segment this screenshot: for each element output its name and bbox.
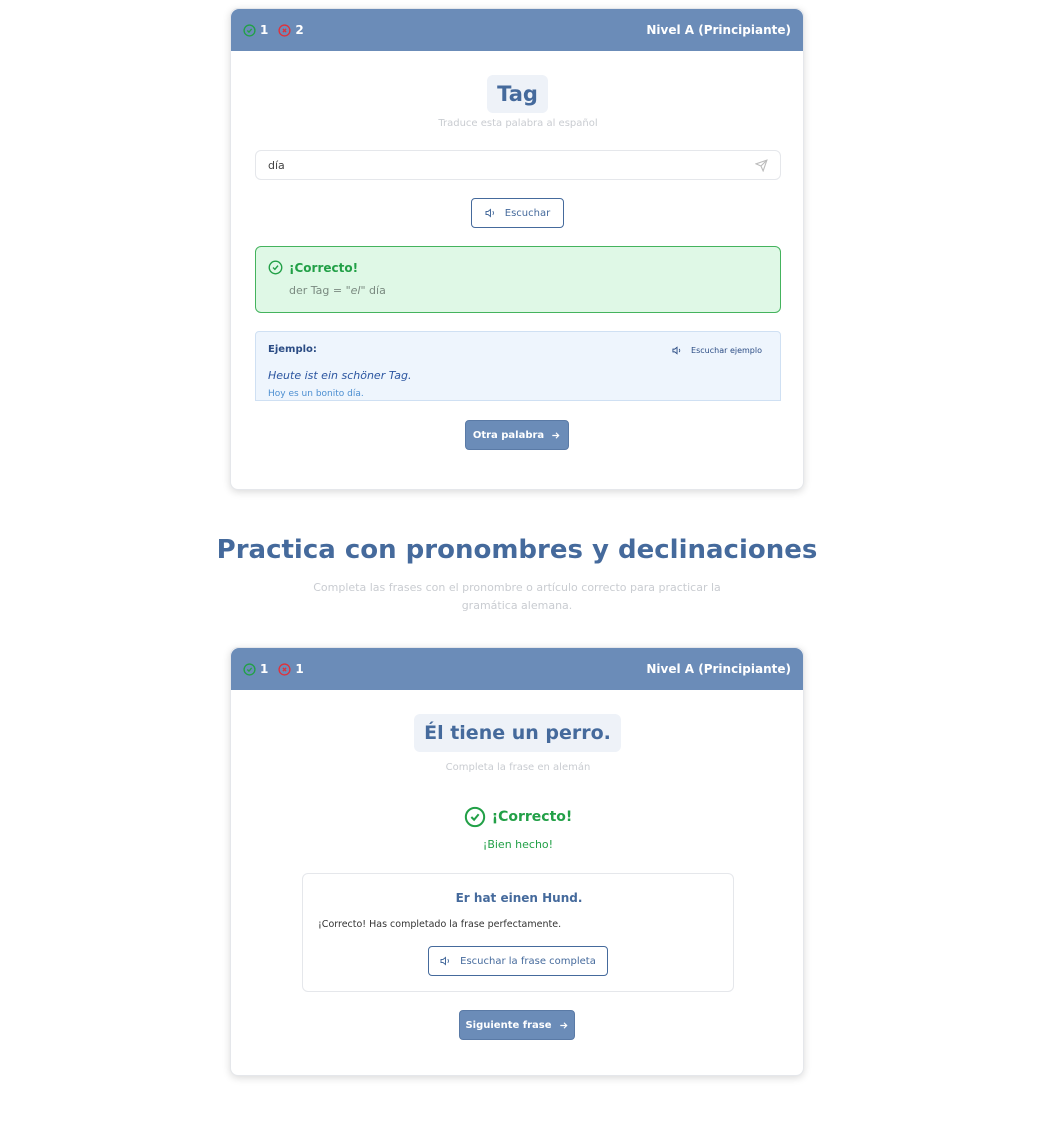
section-subtitle: Completa las frases con el pronombre o a… [313,581,721,612]
next-word-button[interactable]: Otra palabra [465,420,569,450]
feedback-subtitle: ¡Bien hecho! [482,838,554,851]
score: 1 1 [243,662,314,676]
section-title: Practica con pronombres y declinaciones [216,535,818,565]
arrow-right-icon [559,1021,568,1029]
arrow-right-icon [552,431,560,439]
x-circle-icon [278,662,291,676]
vocabulary-card: 1 2 Nivel A (Principiante) Tag Traduce e… [230,8,804,490]
feedback-title: ¡Correcto! [231,806,805,828]
send-icon[interactable] [755,158,768,172]
next-sentence-button[interactable]: Siguiente frase [459,1010,575,1040]
word-hint: Traduce esta palabra al español [438,118,598,129]
wrong-count: 1 [278,662,304,676]
feedback-detail: der Tag = "el" día [289,284,386,297]
answer-sentence: Er hat einen Hund. [455,891,583,905]
answer-value[interactable]: día [268,159,285,172]
score: 1 2 [243,23,314,37]
correct-count: 1 [243,23,268,37]
x-circle-icon [278,23,291,37]
check-circle-icon [243,23,256,37]
check-circle-icon [464,806,485,828]
level-label: Nivel A (Principiante) [646,662,791,676]
example-german: Heute ist ein schöner Tag. [268,369,412,382]
listen-button[interactable]: Escuchar [471,198,564,228]
check-circle-icon [243,662,256,676]
card-header: 1 1 Nivel A (Principiante) [231,648,803,690]
correct-count: 1 [243,662,268,676]
card-header: 1 2 Nivel A (Principiante) [231,9,803,51]
result-box: Er hat einen Hund. ¡Correcto! Has comple… [302,873,734,992]
feedback-correct: ¡Correcto! der Tag = "el" día [255,246,781,313]
example-label: Ejemplo: [268,344,317,355]
feedback-title: ¡Correcto! [268,260,358,275]
sentence-display: Él tiene un perro. [414,714,621,752]
speaker-icon [672,346,681,355]
wrong-count: 2 [278,23,304,37]
check-circle-icon [268,260,283,275]
example-spanish: Hoy es un bonito día. [268,389,364,399]
word-display: Tag [487,75,548,113]
speaker-icon [440,956,450,966]
sentence-hint: Completa la frase en alemán [445,762,591,773]
listen-example-button[interactable]: Escuchar ejemplo [672,345,762,356]
result-message: ¡Correcto! Has completado la frase perfe… [318,919,562,930]
speaker-icon [485,208,494,218]
example-box: Ejemplo: Escuchar ejemplo Heute ist ein … [255,331,781,401]
listen-sentence-button[interactable]: Escuchar la frase completa [428,946,608,976]
answer-input[interactable]: día [255,150,781,180]
level-label: Nivel A (Principiante) [646,23,791,37]
grammar-card: 1 1 Nivel A (Principiante) Él tiene un p… [230,647,804,1076]
